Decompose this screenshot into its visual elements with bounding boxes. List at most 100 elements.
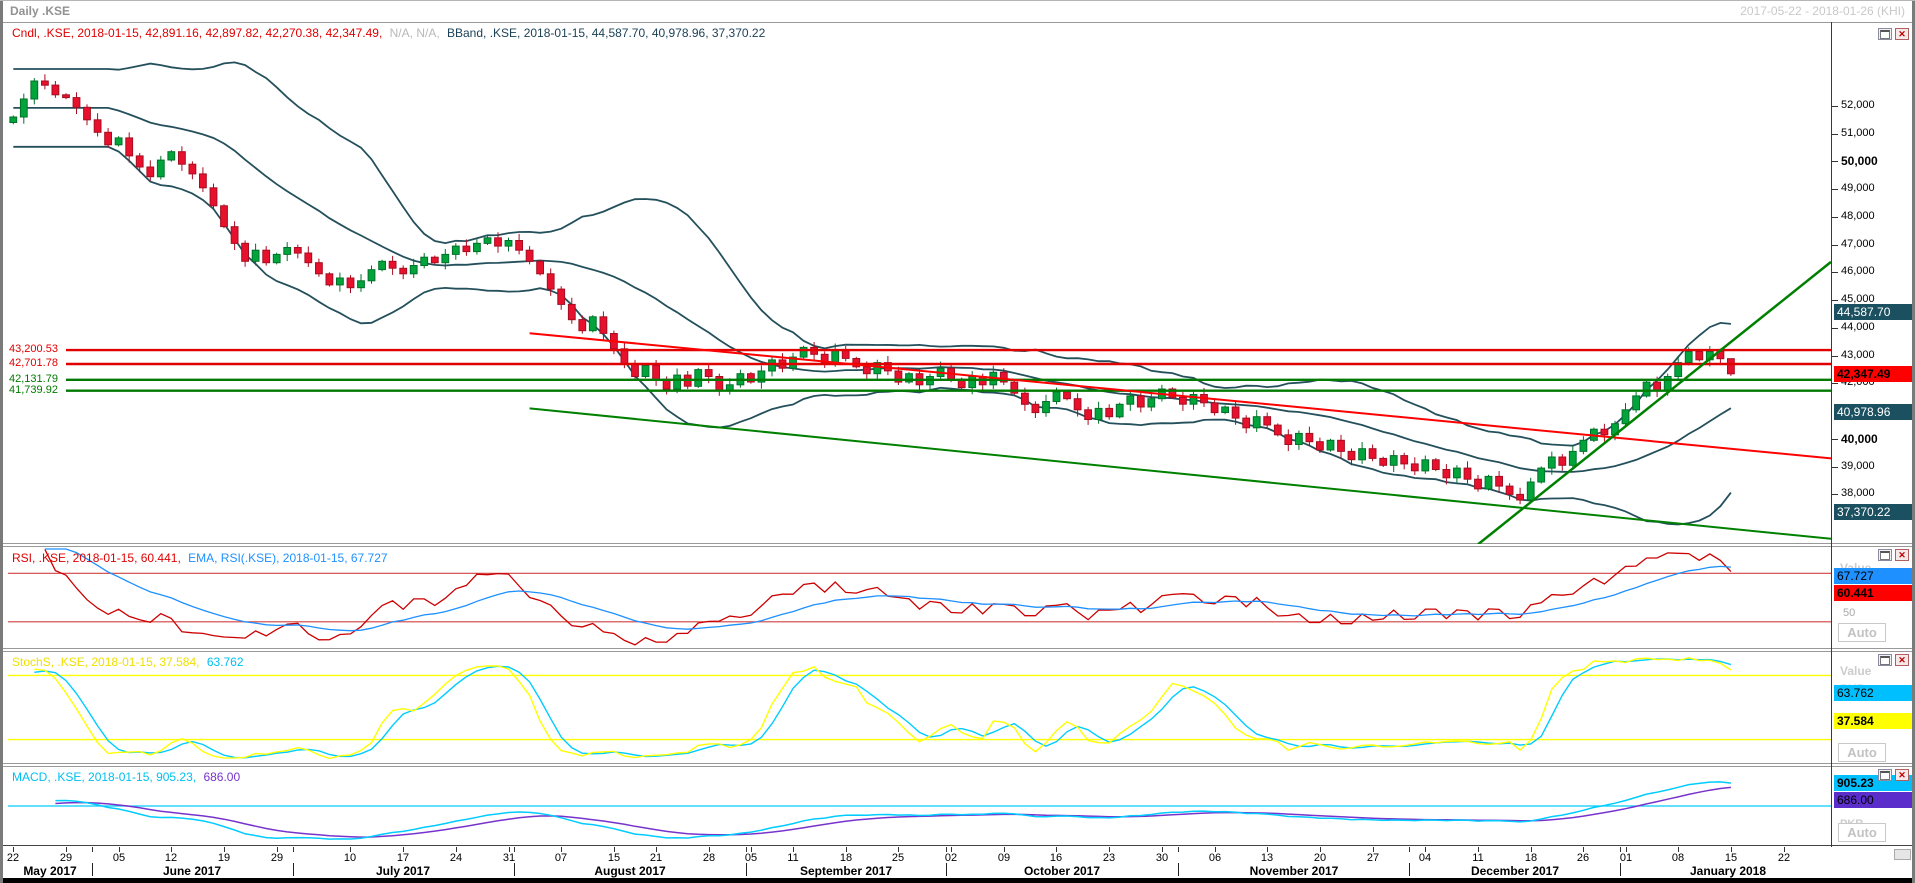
close-panel-button[interactable]: ✕: [1895, 549, 1909, 561]
month-separator: [514, 863, 515, 876]
price-line-label-1: 42,701.78: [9, 357, 58, 369]
x-axis-day-label: 29: [270, 852, 284, 864]
close-icon: ✕: [1898, 769, 1906, 780]
x-axis-day-label: 16: [1049, 852, 1063, 864]
x-axis-day-label: 27: [1366, 852, 1380, 864]
y-axis-tick-mark: [1832, 467, 1838, 468]
y-axis-tick-mark: [1832, 383, 1838, 384]
y-axis-tick-mark: [1832, 356, 1838, 357]
x-axis-month-label: July 2017: [375, 864, 431, 878]
x-axis-month-label: January 2018: [1689, 864, 1767, 878]
minimize-icon: [1880, 29, 1890, 39]
x-axis-month-label: November 2017: [1249, 864, 1339, 878]
window-left-border: [0, 1, 3, 883]
x-axis-day-label: 22: [6, 852, 20, 864]
rsi-legend[interactable]: RSI, .KSE, 2018-01-15, 60.441, EMA, RSI(…: [12, 551, 392, 565]
y-axis-tick-mark: [1832, 328, 1838, 329]
x-axis-day-label: 07: [554, 852, 568, 864]
stoch-legend[interactable]: StochS, .KSE, 2018-01-15, 37.584, 63.762: [12, 655, 248, 669]
macd-value-label: 686.00: [1834, 792, 1915, 808]
stoch-d-legend-text[interactable]: 63.762: [207, 655, 244, 669]
x-axis-day-label: 24: [449, 852, 463, 864]
x-axis-day-label: 10: [343, 852, 357, 864]
x-axis-day-label: 09: [997, 852, 1011, 864]
rsi-auto-button[interactable]: Auto: [1838, 623, 1886, 642]
y-axis-tick-mark: [1832, 300, 1838, 301]
bollinger-bands: [13, 61, 1732, 526]
close-panel-button[interactable]: ✕: [1895, 654, 1909, 666]
title-bar: Daily .KSE 2017-05-22 - 2018-01-26 (KHI): [0, 1, 1915, 22]
rsi-50-tick: 50: [1843, 607, 1856, 619]
main-plot-area[interactable]: [0, 22, 1831, 544]
month-separator: [92, 863, 93, 876]
stoch-value-label: 63.762: [1834, 685, 1915, 701]
y-axis-tick-label: 44,000: [1841, 320, 1875, 333]
x-axis-day-label: 15: [607, 852, 621, 864]
x-axis-day-label: 12: [164, 852, 178, 864]
current-value-label: 37,370.22: [1834, 504, 1915, 520]
stoch-plot-area[interactable]: [0, 651, 1831, 764]
minimize-icon: [1880, 655, 1890, 665]
price-line-label-0: 43,200.53: [9, 343, 58, 355]
macd-lines: [8, 781, 1831, 840]
x-axis-month-label: September 2017: [799, 864, 893, 878]
macd-signal-legend-text[interactable]: 686.00: [203, 770, 240, 784]
close-panel-button[interactable]: ✕: [1895, 769, 1909, 781]
stoch-axis-header: Value: [1840, 664, 1872, 678]
x-axis-day-label: 13: [1260, 852, 1274, 864]
rsi-value-label: 67.727: [1834, 568, 1915, 584]
stoch-auto-button[interactable]: Auto: [1838, 743, 1886, 762]
rsi-value-label: 60.441: [1834, 585, 1915, 601]
minimize-icon: [1880, 770, 1890, 780]
price-axis-separator: [1831, 22, 1832, 847]
macd-legend[interactable]: MACD, .KSE, 2018-01-15, 905.23, 686.00: [12, 770, 244, 784]
page-title: Daily .KSE: [10, 4, 71, 18]
minimize-panel-button[interactable]: [1878, 769, 1892, 781]
month-separator: [746, 863, 747, 876]
y-axis-tick-label: 40,000: [1841, 431, 1878, 446]
current-value-label: 42,347.49: [1834, 366, 1915, 382]
y-axis-tick-label: 38,000: [1841, 487, 1875, 500]
x-axis-day-label: 11: [1472, 852, 1484, 864]
macd-legend-text[interactable]: MACD, .KSE, 2018-01-15, 905.23,: [12, 770, 196, 784]
x-axis-tick-mark: [293, 847, 294, 852]
macd-plot-area[interactable]: [0, 766, 1831, 846]
y-axis-tick-mark: [1832, 106, 1838, 107]
x-axis-day-label: 04: [1418, 852, 1432, 864]
y-axis-tick-mark: [1832, 134, 1838, 135]
main-legend[interactable]: Cndl, .KSE, 2018-01-15, 42,891.16, 42,89…: [12, 26, 769, 40]
x-axis-month-label: August 2017: [594, 864, 666, 878]
axis-corner-button[interactable]: [1894, 849, 1911, 860]
minimize-panel-button[interactable]: [1878, 654, 1892, 666]
current-value-label: 44,587.70: [1834, 304, 1915, 320]
y-axis-tick-mark: [1832, 217, 1838, 218]
rsi-legend-text[interactable]: RSI, .KSE, 2018-01-15, 60.441,: [12, 551, 181, 565]
close-panel-button[interactable]: ✕: [1895, 28, 1909, 40]
y-axis-tick-label: 51,000: [1841, 126, 1875, 139]
candle-legend[interactable]: Cndl, .KSE, 2018-01-15, 42,891.16, 42,89…: [12, 26, 382, 40]
x-axis-tick-mark: [1178, 847, 1179, 852]
macd-auto-button[interactable]: Auto: [1838, 823, 1886, 842]
current-value-label: 40,978.96: [1834, 404, 1915, 420]
y-axis-tick-label: 52,000: [1841, 98, 1875, 111]
stoch-legend-text[interactable]: StochS, .KSE, 2018-01-15, 37.584,: [12, 655, 199, 669]
time-axis[interactable]: 22 29 May 2017 05 12 19 29 June 2017 10 17 24 31 Jul…: [0, 847, 1915, 878]
bband-legend[interactable]: BBand, .KSE, 2018-01-15, 44,587.70, 40,9…: [447, 26, 765, 40]
minimize-panel-button[interactable]: [1878, 28, 1892, 40]
x-axis-day-label: 29: [59, 852, 73, 864]
y-axis-tick-label: 39,000: [1841, 459, 1875, 472]
x-axis-day-label: 11: [787, 852, 799, 864]
macd-panel-controls: ✕: [1878, 769, 1909, 781]
y-axis-tick-label: 43,000: [1841, 348, 1875, 361]
stochastic-lines: [8, 657, 1831, 760]
month-separator: [1409, 863, 1410, 876]
stoch-panel-controls: ✕: [1878, 654, 1909, 666]
minimize-icon: [1880, 550, 1890, 560]
y-axis-tick-mark: [1832, 272, 1838, 273]
minimize-panel-button[interactable]: [1878, 549, 1892, 561]
y-axis-tick-mark: [1832, 494, 1838, 495]
rsi-panel-controls: ✕: [1878, 549, 1909, 561]
x-axis-month-label: June 2017: [162, 864, 222, 878]
x-axis-day-label: 01: [1619, 852, 1633, 864]
rsi-ema-legend-text[interactable]: EMA, RSI(.KSE), 2018-01-15, 67.727: [188, 551, 387, 565]
